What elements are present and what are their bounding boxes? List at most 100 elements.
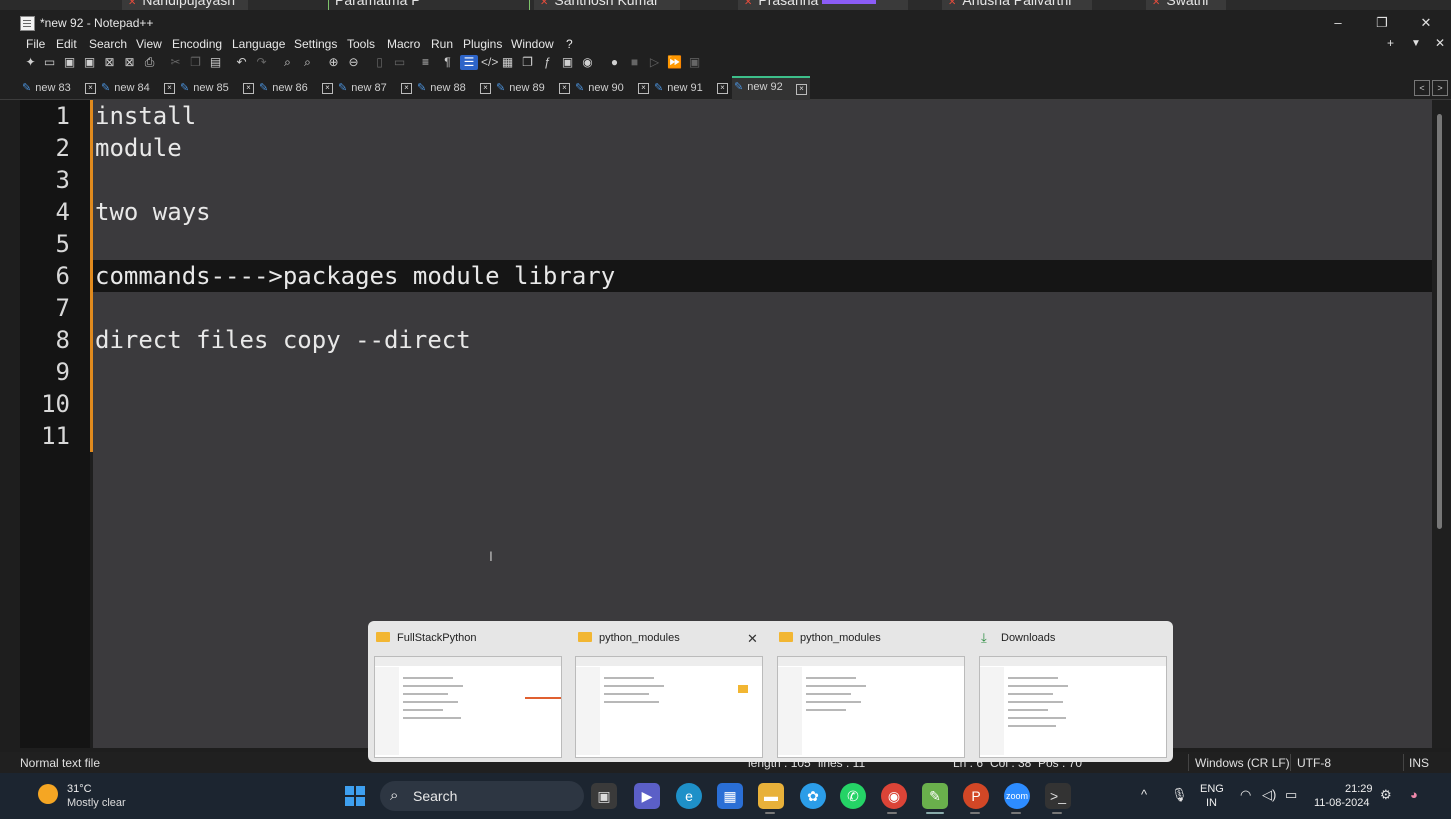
participant-tile[interactable]: ✕ Nandipujayash — [122, 0, 248, 10]
udl-icon[interactable]: </> — [481, 55, 498, 70]
edge-icon[interactable]: e — [676, 783, 702, 809]
microsoft-store-icon[interactable]: ▦ — [717, 783, 743, 809]
tab-new-86[interactable]: ✎ new 86 × — [259, 79, 335, 98]
weather-description[interactable]: Mostly clear — [67, 797, 126, 809]
insert-mode-label[interactable]: INS — [1409, 756, 1429, 770]
menu-language[interactable]: Language — [232, 37, 285, 51]
tab-close-icon[interactable]: × — [480, 83, 491, 94]
menu-tools[interactable]: Tools — [347, 37, 375, 51]
tab-new-83[interactable]: ✎ new 83 × — [22, 79, 98, 98]
chevron-up-icon[interactable]: ^ — [1141, 787, 1147, 802]
document-list-icon[interactable]: ❐ — [520, 55, 535, 70]
task-view-icon[interactable]: ▣ — [591, 783, 617, 809]
tab-scroll-left-icon[interactable]: < — [1414, 80, 1430, 96]
menu-run[interactable]: Run — [431, 37, 453, 51]
thumbnail-title[interactable]: python_modules — [800, 632, 881, 644]
wifi-icon[interactable]: ◠ — [1240, 787, 1251, 803]
restore-button[interactable]: ❐ — [1362, 13, 1402, 33]
sync-vertical-icon[interactable]: ▯ — [372, 55, 387, 70]
save-macro-icon[interactable]: ▣ — [687, 55, 702, 70]
function-list-icon[interactable]: ƒ — [540, 55, 555, 70]
word-wrap-icon[interactable]: ≡ — [418, 55, 433, 70]
tab-close-icon[interactable]: × — [401, 83, 412, 94]
close-document-icon[interactable]: ✕ — [1435, 36, 1445, 50]
open-file-icon[interactable]: ▭ — [42, 55, 57, 70]
tab-new-90[interactable]: ✎ new 90 × — [575, 79, 651, 98]
thumbnail-title[interactable]: FullStackPython — [397, 632, 476, 644]
record-macro-icon[interactable]: ● — [607, 55, 622, 70]
window-thumbnail[interactable] — [777, 656, 965, 758]
copilot-app-icon[interactable]: ✿ — [800, 783, 826, 809]
tab-new-92[interactable]: ✎ new 92 × — [732, 76, 810, 100]
tab-new-89[interactable]: ✎ new 89 × — [496, 79, 572, 98]
weather-temperature[interactable]: 31°C — [67, 783, 92, 795]
tab-new-87[interactable]: ✎ new 87 × — [338, 79, 414, 98]
weather-moon-icon[interactable] — [38, 784, 58, 804]
volume-icon[interactable]: ◁) — [1262, 787, 1276, 803]
teams-meet-icon[interactable]: ▶ — [634, 783, 660, 809]
participant-tile[interactable]: ✕ Swathi — [1146, 0, 1226, 10]
zoom-icon[interactable]: zoom — [1004, 783, 1030, 809]
participant-tile[interactable]: ✕ Prasanna — [738, 0, 908, 10]
menu-settings[interactable]: Settings — [294, 37, 337, 51]
menu-plugins[interactable]: Plugins — [463, 37, 502, 51]
replace-icon[interactable]: ⌕ — [300, 55, 315, 70]
copilot-icon[interactable]: ◕ — [1410, 787, 1418, 802]
document-map-icon[interactable]: ▦ — [500, 55, 515, 70]
battery-icon[interactable]: ▭ — [1285, 787, 1297, 803]
terminal-icon[interactable]: >_ — [1045, 783, 1071, 809]
thumbnail-close-icon[interactable]: ✕ — [747, 631, 758, 647]
new-tab-icon[interactable]: + — [1387, 36, 1394, 50]
thumbnail-title[interactable]: python_modules — [599, 632, 680, 644]
windows-start-icon[interactable] — [342, 783, 368, 809]
language-region[interactable]: IN — [1206, 797, 1217, 809]
paste-icon[interactable]: ▤ — [208, 55, 223, 70]
window-thumbnail[interactable] — [979, 656, 1167, 758]
taskbar-search-box[interactable] — [380, 781, 584, 811]
clock-date[interactable]: 11-08-2024 — [1314, 797, 1369, 809]
save-all-icon[interactable]: ▣ — [82, 55, 97, 70]
tab-scroll-right-icon[interactable]: > — [1432, 80, 1448, 96]
code-line[interactable]: install — [95, 100, 196, 132]
close-file-icon[interactable]: ⊠ — [102, 55, 117, 70]
indent-guide-icon[interactable]: ☰ — [460, 55, 478, 70]
close-all-icon[interactable]: ⊠ — [122, 55, 137, 70]
tab-close-icon[interactable]: × — [796, 84, 807, 95]
window-thumbnail[interactable] — [374, 656, 562, 758]
thumbnail-title[interactable]: Downloads — [1001, 632, 1055, 644]
clock-time[interactable]: 21:29 — [1345, 783, 1373, 795]
save-icon[interactable]: ▣ — [62, 55, 77, 70]
copy-icon[interactable]: ❐ — [188, 55, 203, 70]
menu-encoding[interactable]: Encoding — [172, 37, 222, 51]
tab-new-84[interactable]: ✎ new 84 × — [101, 79, 177, 98]
code-line[interactable]: two ways — [95, 196, 211, 228]
cut-icon[interactable]: ✂ — [168, 55, 183, 70]
close-button[interactable]: ✕ — [1406, 13, 1446, 33]
zoom-out-icon[interactable]: ⊖ — [346, 55, 361, 70]
undo-icon[interactable]: ↶ — [234, 55, 249, 70]
redo-icon[interactable]: ↷ — [254, 55, 269, 70]
tab-new-85[interactable]: ✎ new 85 × — [180, 79, 256, 98]
window-thumbnail[interactable] — [575, 656, 763, 758]
tab-list-dropdown-icon[interactable]: ▼ — [1411, 38, 1421, 49]
folder-workspace-icon[interactable]: ▣ — [560, 55, 575, 70]
monitoring-icon[interactable]: ◉ — [580, 55, 595, 70]
microphone-icon[interactable]: 🎙 — [1171, 787, 1188, 803]
stop-macro-icon[interactable]: ■ — [627, 55, 642, 70]
menu-file[interactable]: File — [26, 37, 45, 51]
participant-tile-active[interactable]: Paramatma P — [328, 0, 530, 10]
eol-label[interactable]: Windows (CR LF) — [1195, 756, 1290, 770]
language-indicator[interactable]: ENG — [1200, 783, 1224, 795]
new-file-icon[interactable]: ✦ — [23, 55, 38, 70]
menu-macro[interactable]: Macro — [387, 37, 420, 51]
play-macro-icon[interactable]: ▷ — [647, 55, 662, 70]
tab-close-icon[interactable]: × — [85, 83, 96, 94]
notification-bell-icon[interactable]: ⚙ — [1380, 787, 1392, 803]
sync-horizontal-icon[interactable]: ▭ — [392, 55, 407, 70]
tab-close-icon[interactable]: × — [717, 83, 728, 94]
participant-tile[interactable]: ✕ Anusha Pallvarthi — [942, 0, 1092, 10]
menu-search[interactable]: Search — [89, 37, 127, 51]
notepad-plus-plus-taskbar-icon[interactable]: ✎ — [922, 783, 948, 809]
tab-new-88[interactable]: ✎ new 88 × — [417, 79, 493, 98]
menu-window[interactable]: Window — [511, 37, 554, 51]
